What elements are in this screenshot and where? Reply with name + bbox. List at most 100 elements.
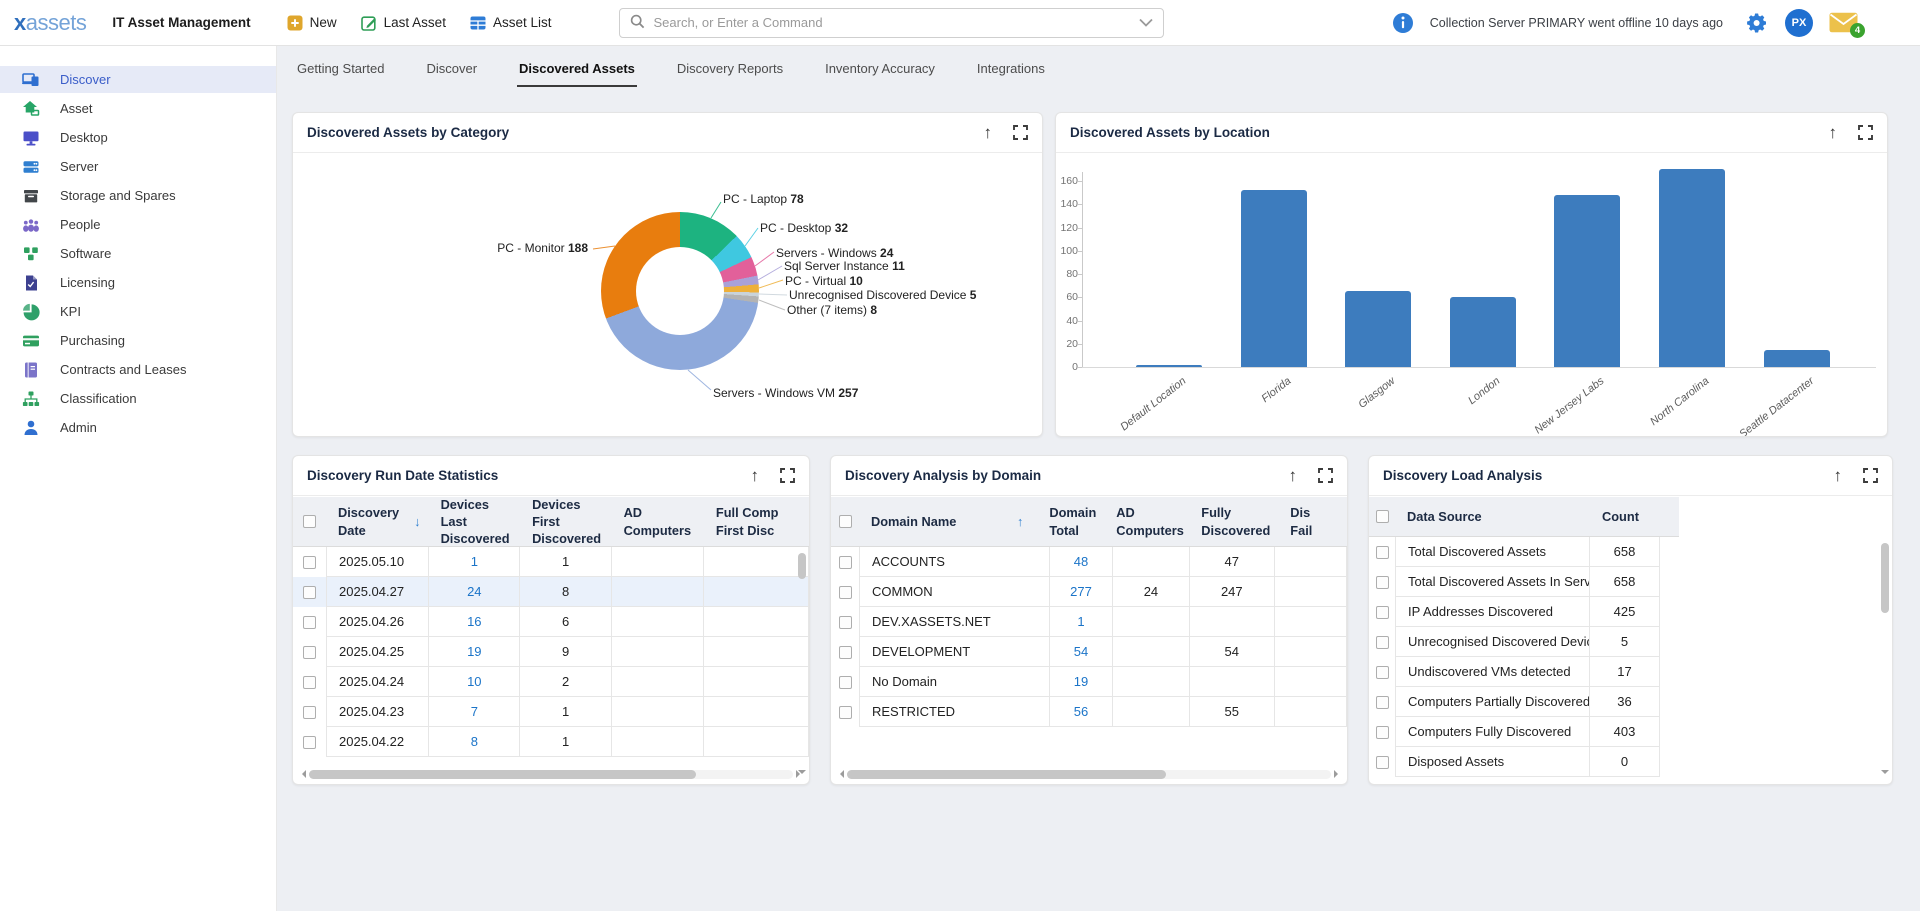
sidebar-item-admin[interactable]: Admin bbox=[0, 414, 276, 441]
sidebar-item-purchasing[interactable]: Purchasing bbox=[0, 327, 276, 354]
sidebar-item-asset[interactable]: Asset bbox=[0, 95, 276, 122]
cell-link[interactable]: 48 bbox=[1074, 554, 1088, 569]
row-checkbox[interactable] bbox=[1376, 726, 1389, 739]
tab-integrations[interactable]: Integrations bbox=[975, 59, 1047, 87]
row-checkbox[interactable] bbox=[303, 646, 316, 659]
table-row[interactable]: DEVELOPMENT5454 bbox=[831, 637, 1347, 667]
table-row[interactable]: Undiscovered VMs detected17 bbox=[1369, 657, 1892, 687]
column-header[interactable]: DisFail bbox=[1278, 497, 1347, 546]
select-all-checkbox[interactable] bbox=[839, 515, 852, 528]
cell-link[interactable]: 7 bbox=[471, 704, 478, 719]
row-checkbox[interactable] bbox=[839, 586, 852, 599]
app-logo[interactable]: xassets bbox=[14, 10, 86, 36]
tab-getting-started[interactable]: Getting Started bbox=[295, 59, 386, 87]
column-header[interactable]: Count bbox=[1590, 497, 1660, 536]
table-row[interactable]: ACCOUNTS4847 bbox=[831, 547, 1347, 577]
select-all-checkbox[interactable] bbox=[303, 515, 316, 528]
row-checkbox[interactable] bbox=[303, 586, 316, 599]
table-row[interactable]: IP Addresses Discovered425 bbox=[1369, 597, 1892, 627]
row-checkbox[interactable] bbox=[303, 676, 316, 689]
export-up-arrow-icon[interactable]: ↑ bbox=[984, 124, 993, 141]
row-checkbox[interactable] bbox=[303, 616, 316, 629]
sidebar-item-contracts-and-leases[interactable]: Contracts and Leases bbox=[0, 356, 276, 383]
table-row[interactable]: COMMON27724247 bbox=[831, 577, 1347, 607]
chevron-down-icon[interactable] bbox=[1139, 15, 1153, 30]
expand-icon[interactable] bbox=[1858, 125, 1873, 140]
cell-link[interactable]: 277 bbox=[1070, 584, 1092, 599]
avatar[interactable]: PX bbox=[1785, 9, 1813, 37]
sidebar-item-classification[interactable]: Classification bbox=[0, 385, 276, 412]
row-checkbox[interactable] bbox=[303, 736, 316, 749]
info-icon[interactable] bbox=[1392, 12, 1414, 34]
select-all-checkbox[interactable] bbox=[1376, 510, 1389, 523]
table-row[interactable]: Total Discovered Assets In Service658 bbox=[1369, 567, 1892, 597]
sidebar-item-licensing[interactable]: Licensing bbox=[0, 269, 276, 296]
sidebar-item-kpi[interactable]: KPI bbox=[0, 298, 276, 325]
row-checkbox[interactable] bbox=[1376, 606, 1389, 619]
sort-asc-icon[interactable]: ↑ bbox=[1017, 513, 1023, 530]
table-row[interactable]: No Domain19 bbox=[831, 667, 1347, 697]
column-header[interactable]: FullyDiscovered bbox=[1189, 497, 1278, 546]
asset-list-button[interactable]: Asset List bbox=[470, 15, 552, 31]
row-checkbox[interactable] bbox=[839, 706, 852, 719]
table-row[interactable]: 2025.04.24102 bbox=[293, 667, 809, 697]
row-checkbox[interactable] bbox=[1376, 546, 1389, 559]
cell-link[interactable]: 19 bbox=[1074, 674, 1088, 689]
cell-link[interactable]: 24 bbox=[467, 584, 481, 599]
column-header[interactable]: Devices FirstDiscovered bbox=[520, 497, 612, 546]
table-row[interactable]: Total Discovered Assets658 bbox=[1369, 537, 1892, 567]
tab-discovery-reports[interactable]: Discovery Reports bbox=[675, 59, 785, 87]
column-header[interactable]: Domain Name↑ bbox=[859, 497, 1037, 546]
tab-discovered-assets[interactable]: Discovered Assets bbox=[517, 59, 637, 87]
vertical-scrollbar[interactable] bbox=[1880, 541, 1890, 764]
column-header[interactable]: Discovery Date↓ bbox=[326, 497, 429, 546]
export-up-arrow-icon[interactable]: ↑ bbox=[1834, 467, 1843, 484]
sidebar-item-server[interactable]: Server bbox=[0, 153, 276, 180]
sidebar-item-discover[interactable]: Discover bbox=[0, 66, 276, 93]
cell-link[interactable]: 54 bbox=[1074, 644, 1088, 659]
row-checkbox[interactable] bbox=[303, 556, 316, 569]
horizontal-scrollbar[interactable] bbox=[298, 768, 804, 780]
sidebar-item-desktop[interactable]: Desktop bbox=[0, 124, 276, 151]
horizontal-scrollbar[interactable] bbox=[836, 768, 1342, 780]
table-row[interactable]: Unrecognised Discovered Devices5 bbox=[1369, 627, 1892, 657]
table-row[interactable]: 2025.04.2281 bbox=[293, 727, 809, 757]
cell-link[interactable]: 56 bbox=[1074, 704, 1088, 719]
mail-button[interactable]: 4 bbox=[1829, 12, 1858, 33]
table-row[interactable]: Computers Partially Discovered36 bbox=[1369, 687, 1892, 717]
expand-icon[interactable] bbox=[1863, 468, 1878, 483]
table-row[interactable]: Computers Fully Discovered403 bbox=[1369, 717, 1892, 747]
new-button[interactable]: New bbox=[287, 15, 337, 31]
column-header[interactable]: Full CompFirst Disc bbox=[704, 497, 809, 546]
scroll-right-arrow[interactable] bbox=[1334, 770, 1342, 778]
scroll-down-arrow[interactable] bbox=[1881, 770, 1889, 778]
row-checkbox[interactable] bbox=[839, 676, 852, 689]
cell-link[interactable]: 16 bbox=[467, 614, 481, 629]
scrollbar-thumb[interactable] bbox=[309, 770, 696, 779]
expand-icon[interactable] bbox=[780, 468, 795, 483]
table-row[interactable]: 2025.05.1011 bbox=[293, 547, 809, 577]
row-checkbox[interactable] bbox=[1376, 666, 1389, 679]
search-box[interactable] bbox=[619, 8, 1164, 38]
export-up-arrow-icon[interactable]: ↑ bbox=[751, 467, 760, 484]
scrollbar-thumb[interactable] bbox=[1881, 543, 1889, 613]
gear-icon[interactable] bbox=[1745, 11, 1769, 35]
scroll-down-arrow[interactable] bbox=[798, 770, 806, 778]
column-header[interactable]: Data Source bbox=[1395, 497, 1590, 536]
expand-icon[interactable] bbox=[1013, 125, 1028, 140]
row-checkbox[interactable] bbox=[839, 616, 852, 629]
sidebar-item-people[interactable]: People bbox=[0, 211, 276, 238]
cell-link[interactable]: 10 bbox=[467, 674, 481, 689]
sort-desc-icon[interactable]: ↓ bbox=[414, 513, 420, 530]
scrollbar-thumb[interactable] bbox=[847, 770, 1166, 779]
export-up-arrow-icon[interactable]: ↑ bbox=[1289, 467, 1298, 484]
column-header[interactable]: ADComputers bbox=[1104, 497, 1189, 546]
column-header[interactable]: Devices LastDiscovered bbox=[429, 497, 521, 546]
row-checkbox[interactable] bbox=[1376, 756, 1389, 769]
row-checkbox[interactable] bbox=[1376, 636, 1389, 649]
cell-link[interactable]: 8 bbox=[471, 734, 478, 749]
expand-icon[interactable] bbox=[1318, 468, 1333, 483]
row-checkbox[interactable] bbox=[839, 646, 852, 659]
scroll-left-arrow[interactable] bbox=[836, 770, 844, 778]
table-row[interactable]: 2025.04.26166 bbox=[293, 607, 809, 637]
